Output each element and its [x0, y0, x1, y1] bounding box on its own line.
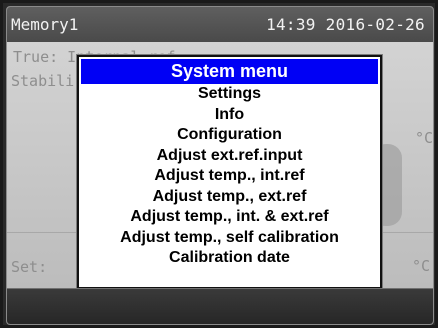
set-line: Set:: [11, 258, 48, 276]
stability-line: Stabili: [11, 72, 75, 90]
menu-item-adjust-temp-self-calibration[interactable]: Adjust temp., self calibration: [79, 228, 380, 249]
status-time-date: 14:39 2016-02-26: [266, 15, 425, 34]
status-bar: Memory1 14:39 2016-02-26: [7, 7, 433, 42]
bottom-soft-key-bar: [7, 288, 433, 324]
menu-item-info[interactable]: Info: [79, 105, 380, 126]
menu-item-configuration[interactable]: Configuration: [79, 125, 380, 146]
menu-item-settings[interactable]: Settings: [79, 84, 380, 105]
temperature-unit-top: °C: [415, 129, 434, 147]
system-menu-list: Settings Info Configuration Adjust ext.r…: [79, 84, 380, 269]
menu-item-adjust-temp-ext-ref[interactable]: Adjust temp., ext.ref: [79, 187, 380, 208]
menu-item-calibration-date[interactable]: Calibration date: [79, 248, 380, 269]
memory-label: Memory1: [11, 15, 79, 34]
device-frame: Memory1 14:39 2016-02-26 True: Internal …: [0, 0, 438, 328]
system-menu-title: System menu: [81, 59, 378, 84]
instrument-screen: Memory1 14:39 2016-02-26 True: Internal …: [6, 6, 434, 325]
menu-item-adjust-temp-int-ref[interactable]: Adjust temp., int.ref: [79, 166, 380, 187]
temperature-unit-bottom: °C: [412, 257, 431, 275]
menu-item-adjust-ext-ref-input[interactable]: Adjust ext.ref.input: [79, 146, 380, 167]
menu-item-adjust-temp-int-ext-ref[interactable]: Adjust temp., int. & ext.ref: [79, 207, 380, 228]
system-menu-dialog: System menu Settings Info Configuration …: [77, 55, 382, 289]
